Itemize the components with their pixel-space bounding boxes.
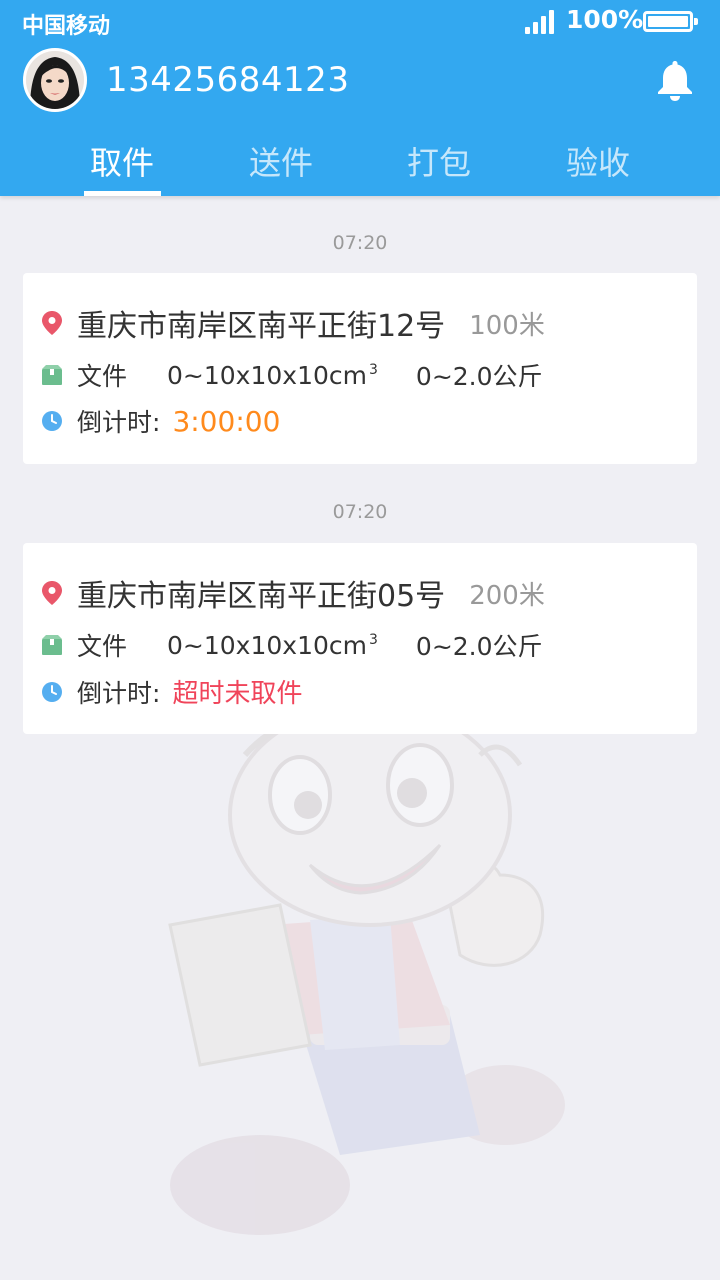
package-dimensions: 0~10x10x10cm 3 <box>167 360 378 390</box>
signal-icon <box>523 10 555 34</box>
location-pin-icon <box>41 581 63 605</box>
avatar[interactable] <box>23 48 87 112</box>
app-header: 中国移动 100% 13425684123 取件 送件 打包 验收 <box>0 0 720 196</box>
package-weight: 0~2.0公斤 <box>415 632 543 661</box>
bell-icon[interactable] <box>654 58 696 102</box>
battery-icon <box>643 11 698 32</box>
order-card[interactable]: 重庆市南岸区南平正街12号 100米 文件 0~10x10x10cm 3 0~2.… <box>23 273 697 464</box>
user-phone: 13425684123 <box>106 60 350 100</box>
location-pin-icon <box>41 311 63 335</box>
courier-mascot <box>168 715 565 1235</box>
tab-acceptance[interactable]: 验收 <box>538 138 658 184</box>
tab-pickup[interactable]: 取件 <box>62 138 182 184</box>
package-icon <box>41 633 63 657</box>
package-type: 文件 <box>77 362 128 391</box>
order-card[interactable]: 重庆市南岸区南平正街05号 200米 文件 0~10x10x10cm 3 0~2.… <box>23 543 697 734</box>
tab-delivery[interactable]: 送件 <box>221 138 341 184</box>
package-dimensions: 0~10x10x10cm 3 <box>167 630 378 660</box>
countdown-label: 倒计时: <box>77 408 161 437</box>
countdown-label: 倒计时: <box>77 678 161 708</box>
carrier-name: 中国移动 <box>22 14 111 39</box>
active-tab-indicator <box>84 191 161 196</box>
order-distance: 200米 <box>469 580 545 611</box>
tab-bar: 取件 送件 打包 验收 <box>0 128 720 196</box>
package-icon <box>41 363 63 387</box>
order-address: 重庆市南岸区南平正街12号 <box>77 309 446 344</box>
countdown-value: 3:00:00 <box>172 404 281 438</box>
order-distance: 100米 <box>469 310 545 341</box>
countdown-value: 超时未取件 <box>172 679 303 709</box>
tab-packing[interactable]: 打包 <box>379 138 499 184</box>
order-time: 07:20 <box>332 501 388 523</box>
package-type: 文件 <box>77 632 128 661</box>
order-address: 重庆市南岸区南平正街05号 <box>77 579 446 614</box>
package-weight: 0~2.0公斤 <box>415 362 543 391</box>
clock-icon <box>41 680 63 704</box>
order-time: 07:20 <box>332 232 388 254</box>
status-bar: 中国移动 100% <box>0 0 720 44</box>
clock-icon <box>41 409 63 433</box>
battery-percentage: 100% <box>566 5 644 34</box>
